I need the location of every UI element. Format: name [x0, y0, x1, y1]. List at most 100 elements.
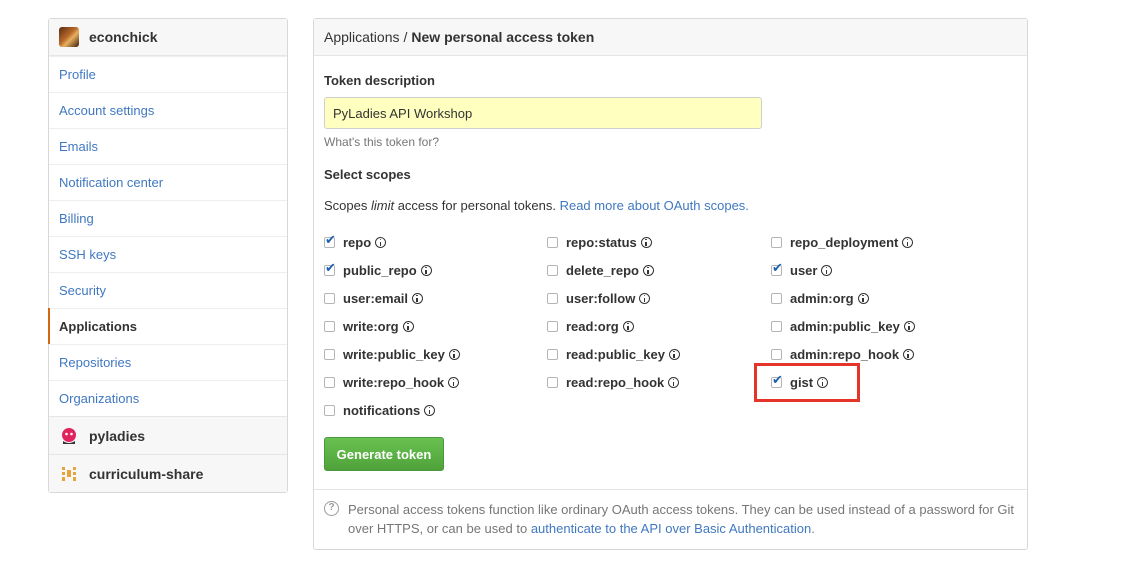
sidebar-user-header[interactable]: econchick: [49, 19, 287, 56]
scope-read-org-checkbox[interactable]: [547, 320, 558, 332]
info-icon[interactable]: [402, 320, 414, 332]
scope-label: public_repo: [343, 262, 417, 278]
sidebar-item-repositories[interactable]: Repositories: [49, 344, 287, 380]
scope-write-repo-hook[interactable]: write:repo_hook: [324, 372, 460, 392]
info-icon[interactable]: [640, 236, 652, 248]
scope-repo-checkbox[interactable]: [324, 233, 336, 248]
scope-admin-org-checkbox[interactable]: [771, 292, 782, 304]
select-scopes-label: Select scopes: [324, 167, 411, 182]
sidebar-org-pyladies[interactable]: pyladies: [49, 416, 287, 454]
info-icon[interactable]: [821, 264, 833, 276]
info-icon[interactable]: [448, 376, 460, 388]
scope-user-follow[interactable]: user:follow: [547, 288, 651, 308]
sidebar-item-organizations[interactable]: Organizations: [49, 380, 287, 416]
info-icon[interactable]: [669, 348, 680, 360]
scope-public-repo-checkbox[interactable]: [324, 261, 336, 276]
info-icon[interactable]: [424, 404, 436, 416]
info-icon[interactable]: [420, 264, 432, 276]
info-icon[interactable]: [903, 320, 915, 332]
scope-read-public-key[interactable]: read:public_key: [547, 344, 680, 364]
sidebar-item-security[interactable]: Security: [49, 272, 287, 308]
info-icon[interactable]: [448, 348, 460, 360]
org-name: pyladies: [89, 427, 146, 444]
info-icon[interactable]: [902, 236, 914, 248]
scope-read-repo-hook[interactable]: read:repo_hook: [547, 372, 680, 392]
scope-public-repo[interactable]: public_repo: [324, 260, 432, 280]
info-icon[interactable]: [903, 348, 915, 360]
gist-highlight-box: [754, 363, 860, 402]
scope-user[interactable]: user: [771, 260, 833, 280]
scope-user-email-checkbox[interactable]: [324, 292, 335, 304]
scope-write-public-key[interactable]: write:public_key: [324, 344, 460, 364]
sidebar-item-profile[interactable]: Profile: [49, 56, 287, 92]
scope-label: read:public_key: [566, 346, 665, 362]
token-description-input[interactable]: [324, 97, 762, 129]
sidebar-item-ssh-keys[interactable]: SSH keys: [49, 236, 287, 272]
breadcrumb-separator: /: [403, 29, 408, 45]
info-icon[interactable]: [622, 320, 634, 332]
scope-admin-public-key-checkbox[interactable]: [771, 320, 782, 332]
sidebar-username: econchick: [89, 29, 158, 45]
scope-admin-repo-hook-checkbox[interactable]: [771, 348, 782, 360]
info-icon[interactable]: [857, 292, 869, 304]
new-token-panel: Applications / New personal access token T…: [313, 18, 1028, 550]
sidebar-item-emails[interactable]: Emails: [49, 128, 287, 164]
pyladies-logo-icon: [59, 426, 79, 446]
scope-label: write:public_key: [343, 346, 445, 362]
basic-auth-link[interactable]: authenticate to the API over Basic Authe…: [531, 521, 811, 536]
scope-write-org-checkbox[interactable]: [324, 320, 335, 332]
scope-admin-public-key[interactable]: admin:public_key: [771, 316, 915, 336]
scope-label: repo:status: [566, 234, 637, 250]
scope-read-org[interactable]: read:org: [547, 316, 634, 336]
scope-write-repo-hook-checkbox[interactable]: [324, 376, 335, 388]
info-icon[interactable]: [412, 292, 424, 304]
scope-write-org[interactable]: write:org: [324, 316, 414, 336]
scope-repo-deployment[interactable]: repo_deployment: [771, 232, 914, 252]
info-icon[interactable]: [642, 264, 654, 276]
sidebar-item-applications[interactable]: Applications: [48, 308, 287, 344]
sidebar-item-billing[interactable]: Billing: [49, 200, 287, 236]
scope-label: admin:org: [790, 290, 854, 306]
scope-label: read:repo_hook: [566, 374, 665, 390]
generate-token-button[interactable]: Generate token: [324, 437, 444, 471]
user-avatar: [59, 27, 79, 47]
scope-delete-repo[interactable]: delete_repo: [547, 260, 654, 280]
scope-label: user: [790, 262, 818, 278]
scope-user-checkbox[interactable]: [771, 261, 783, 276]
info-icon[interactable]: [668, 376, 680, 388]
info-icon[interactable]: [375, 236, 387, 248]
info-icon[interactable]: [639, 292, 651, 304]
scope-notifications[interactable]: notifications: [324, 400, 436, 420]
oauth-scopes-link[interactable]: Read more about OAuth scopes.: [560, 198, 749, 213]
footer-end: .: [811, 521, 815, 536]
scope-admin-org[interactable]: admin:org: [771, 288, 869, 308]
scope-label: user:follow: [566, 290, 636, 306]
scope-read-public-key-checkbox[interactable]: [547, 348, 558, 360]
scope-delete-repo-checkbox[interactable]: [547, 264, 558, 276]
scope-write-public-key-checkbox[interactable]: [324, 348, 335, 360]
scope-user-email[interactable]: user:email: [324, 288, 424, 308]
scope-repo-deployment-checkbox[interactable]: [771, 236, 782, 248]
sidebar-item-account-settings[interactable]: Account settings: [49, 92, 287, 128]
org-name: curriculum-share: [89, 465, 204, 482]
scopes-desc-text: Scopes: [324, 198, 371, 213]
scope-label: admin:public_key: [790, 318, 900, 334]
scope-admin-repo-hook[interactable]: admin:repo_hook: [771, 344, 915, 364]
scope-repo-status[interactable]: repo:status: [547, 232, 652, 252]
breadcrumb-parent[interactable]: Applications: [324, 29, 400, 45]
sidebar-org-curriculum-share[interactable]: curriculum-share: [49, 454, 287, 492]
scope-notifications-checkbox[interactable]: [324, 404, 335, 416]
scope-repo-status-checkbox[interactable]: [547, 236, 558, 248]
scope-user-follow-checkbox[interactable]: [547, 292, 558, 304]
scope-label: read:org: [566, 318, 619, 334]
scope-label: repo_deployment: [790, 234, 899, 250]
scope-read-repo-hook-checkbox[interactable]: [547, 376, 558, 388]
scopes-desc-emphasis: limit: [370, 198, 395, 213]
token-description-hint: What's this token for?: [324, 135, 440, 149]
scope-label: notifications: [343, 402, 421, 418]
sidebar-item-notification-center[interactable]: Notification center: [49, 164, 287, 200]
scope-label: admin:repo_hook: [790, 346, 900, 362]
page-title: New personal access token: [411, 29, 595, 45]
scope-repo[interactable]: repo: [324, 232, 387, 252]
scope-label: delete_repo: [566, 262, 639, 278]
